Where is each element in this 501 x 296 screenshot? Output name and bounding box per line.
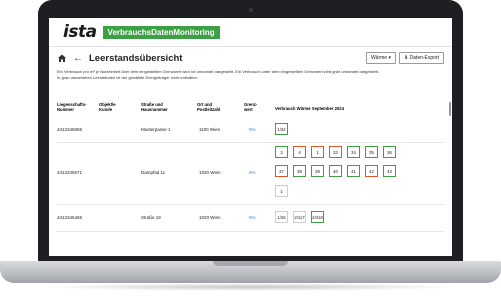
app-header: ista VerbrauchsDatenMonitoring bbox=[49, 18, 452, 47]
row-city: 1100 Wien bbox=[199, 127, 221, 132]
laptop-shadow bbox=[40, 283, 461, 291]
table-row[interactable]: 4312345469 Straße 19 1020 Wien 5% 1/26 2… bbox=[57, 205, 444, 232]
table-row[interactable]: 4312345669 Musterpasse 1 1100 Wien 5% 1/… bbox=[57, 118, 444, 143]
laptop-lid: ista VerbrauchsDatenMonitoring ← Leersta… bbox=[38, 0, 463, 262]
table-row[interactable]: 4312345671 Dampfad 11 1020 Wien 5% 3 4 1… bbox=[57, 143, 444, 205]
unit-box[interactable]: 1 bbox=[311, 146, 324, 158]
col-header-street[interactable]: Straße und Hausnummer bbox=[141, 102, 183, 112]
home-icon[interactable] bbox=[57, 53, 67, 63]
unit-box[interactable]: 2/117 bbox=[293, 211, 306, 223]
laptop-base bbox=[0, 261, 501, 283]
unit-box[interactable]: 39 bbox=[311, 165, 324, 177]
app-logo: ista bbox=[63, 22, 97, 42]
page-title: Leerstandsübersicht bbox=[89, 52, 183, 64]
row-city: 1020 Wien bbox=[199, 170, 221, 175]
row-city: 1020 Wien bbox=[199, 215, 221, 220]
back-arrow-icon[interactable]: ← bbox=[73, 53, 83, 64]
base-notch bbox=[213, 261, 288, 266]
col-header-consumption: Verbrauch Wärme September 2024 bbox=[275, 106, 344, 111]
unit-box[interactable]: 1/26 bbox=[275, 211, 288, 223]
unit-box[interactable]: 34 bbox=[347, 146, 360, 158]
unit-box[interactable]: 43 bbox=[383, 165, 396, 177]
screen: ista VerbrauchsDatenMonitoring ← Leersta… bbox=[49, 18, 452, 256]
unit-box[interactable]: 40 bbox=[329, 165, 342, 177]
info-line-2: In grau umrandeten Leerständen ist der g… bbox=[57, 75, 198, 80]
unit-box[interactable]: 37 bbox=[275, 165, 288, 177]
row-limit: 5% bbox=[249, 215, 256, 220]
col-header-object[interactable]: Objektle Kunde bbox=[99, 102, 129, 112]
row-limit: 5% bbox=[249, 127, 256, 132]
unit-box[interactable]: 1/32 bbox=[275, 123, 288, 135]
scrollbar[interactable] bbox=[449, 102, 451, 116]
row-street: Dampfad 11 bbox=[141, 170, 166, 175]
app-title-badge: VerbrauchsDatenMonitoring bbox=[102, 25, 220, 39]
row-number: 4312345469 bbox=[57, 215, 83, 220]
camera-icon bbox=[249, 8, 253, 12]
page-toolbar: ← Leerstandsübersicht Wärme ▾ ⬇ Daten-Ex… bbox=[49, 47, 452, 69]
unit-box[interactable]: 36 bbox=[383, 146, 396, 158]
info-text: Ein Verbrauch pro m² je Nutzeinheit über… bbox=[49, 69, 452, 81]
unit-box[interactable]: 41 bbox=[347, 165, 360, 177]
data-export-button[interactable]: ⬇ Daten-Export bbox=[398, 52, 444, 64]
unit-box[interactable]: 4 bbox=[293, 146, 306, 158]
unit-box[interactable]: 38 bbox=[293, 165, 306, 177]
row-number: 4312345671 bbox=[57, 170, 83, 175]
row-street: Musterpasse 1 bbox=[141, 127, 171, 132]
unit-box[interactable]: 35 bbox=[365, 146, 378, 158]
unit-box[interactable]: 42 bbox=[365, 165, 378, 177]
unit-box[interactable]: 3 bbox=[275, 146, 288, 158]
col-header-number[interactable]: Liegenschafts-Nummer bbox=[57, 102, 92, 112]
unit-box[interactable]: 1 bbox=[275, 185, 288, 197]
col-header-limit[interactable]: Grenz-wert bbox=[244, 102, 264, 112]
row-number: 4312345669 bbox=[57, 127, 83, 132]
col-header-city[interactable]: Ort und Postleitzahl bbox=[197, 102, 232, 112]
energy-select[interactable]: Wärme ▾ bbox=[365, 52, 396, 64]
row-limit: 5% bbox=[249, 170, 256, 175]
unit-box[interactable]: 2/418 bbox=[311, 211, 324, 223]
row-street: Straße 19 bbox=[141, 215, 161, 220]
unit-box[interactable]: 33 bbox=[329, 146, 342, 158]
